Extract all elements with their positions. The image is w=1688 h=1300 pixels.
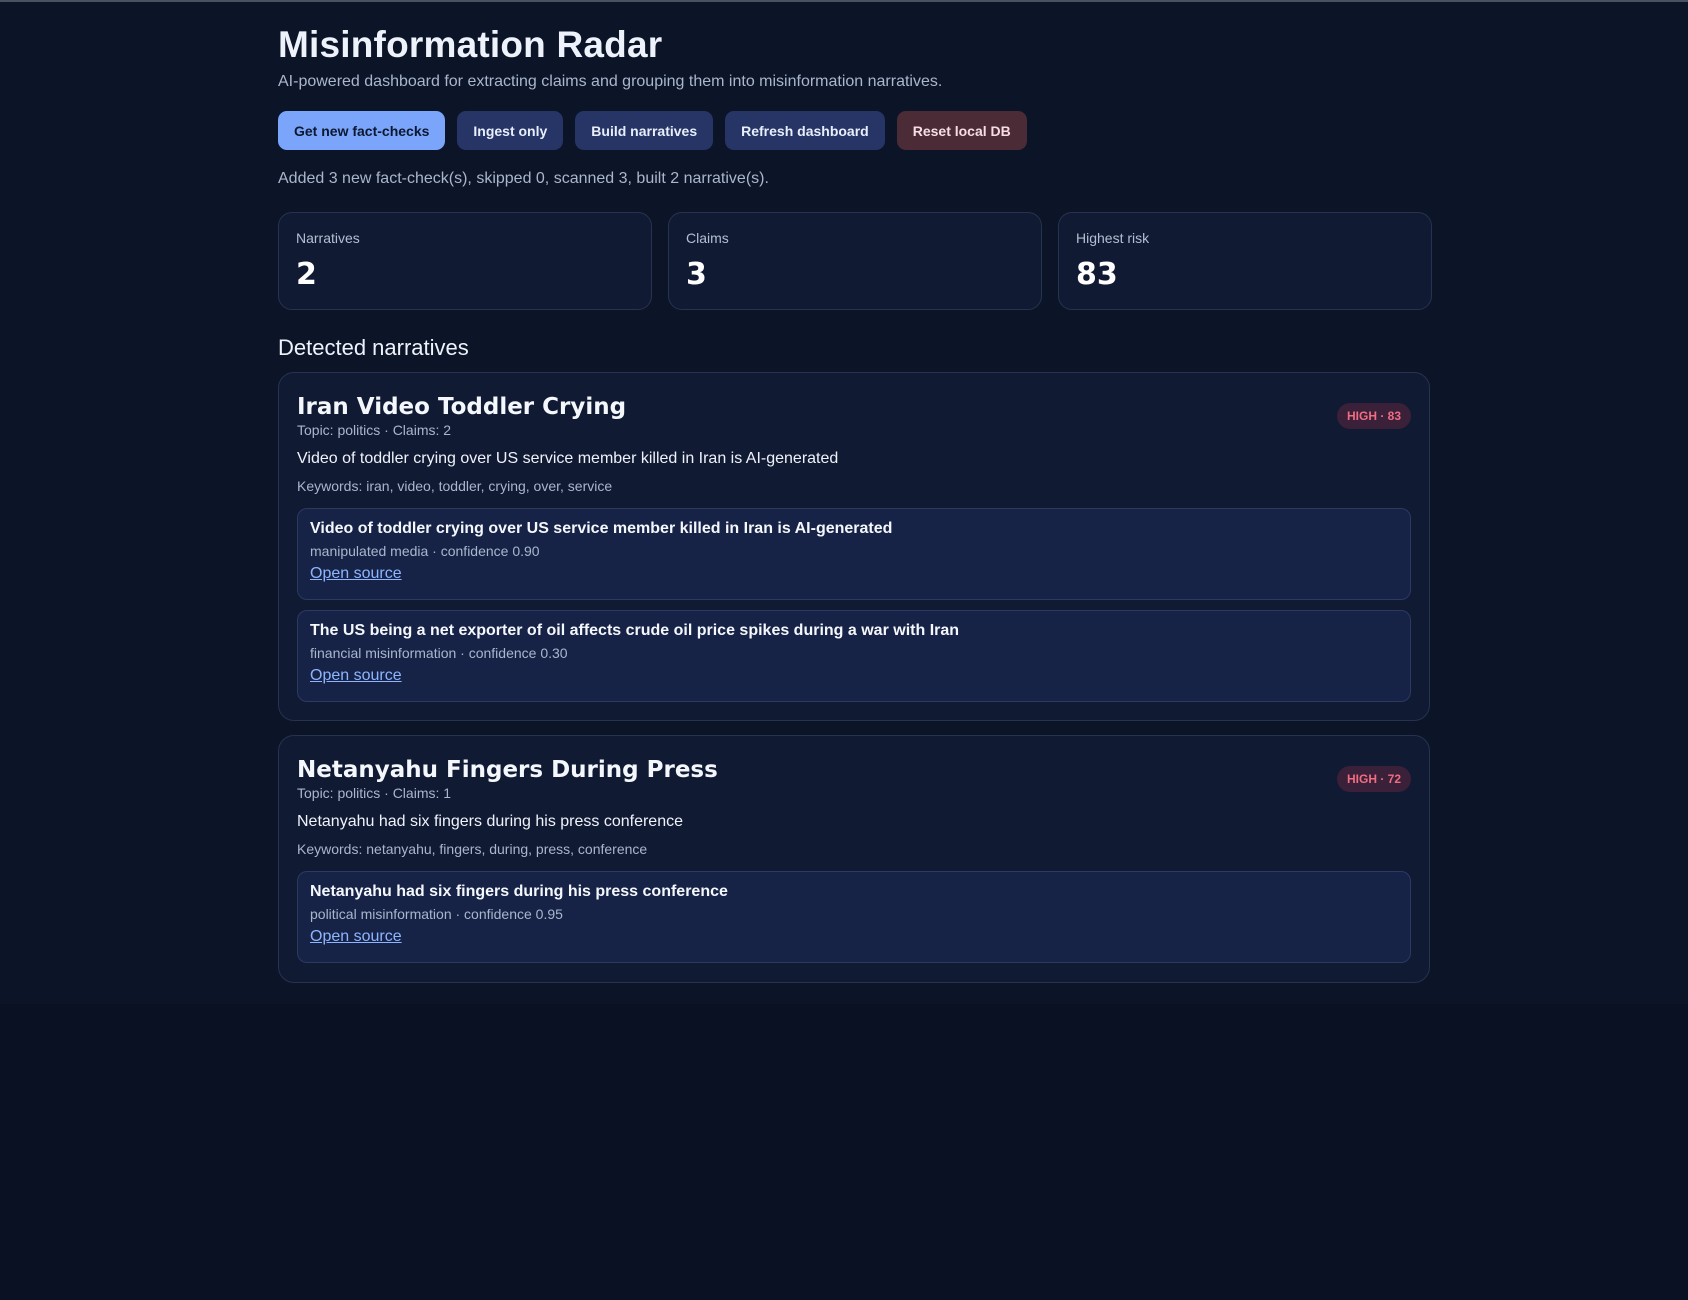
section-title: Detected narratives [278, 335, 469, 360]
stat-value: 3 [686, 257, 707, 292]
stat-value: 2 [296, 257, 317, 292]
get-new-fact-checks-button[interactable]: Get new fact-checks [278, 111, 446, 150]
narrative-summary: Video of toddler crying over US service … [297, 450, 839, 467]
narrative-meta: Topic: politics · Claims: 1 [297, 785, 452, 801]
page-title: Misinformation Radar [278, 24, 663, 65]
claim-meta: financial misinformation · confidence 0.… [310, 645, 568, 661]
claim-meta: manipulated media · confidence 0.90 [310, 543, 540, 559]
stats-row: Narratives 2 Claims 3 Highest risk 83 [278, 212, 1432, 310]
claim-card: Video of toddler crying over US service … [297, 508, 1411, 600]
build-narratives-button[interactable]: Build narratives [575, 111, 714, 150]
claim-card: Netanyahu had six fingers during his pre… [297, 871, 1411, 963]
stat-label: Narratives [296, 230, 360, 246]
claim-title: Video of toddler crying over US service … [310, 520, 893, 537]
claim-card: The US being a net exporter of oil affec… [297, 610, 1411, 702]
narrative-title: Iran Video Toddler Crying [297, 394, 627, 420]
stat-card-narratives: Narratives 2 [278, 212, 652, 310]
stat-card-claims: Claims 3 [668, 212, 1042, 310]
claim-title: The US being a net exporter of oil affec… [310, 622, 960, 639]
ingest-only-button[interactable]: Ingest only [457, 111, 564, 150]
narrative-card: Netanyahu Fingers During Press Topic: po… [278, 735, 1430, 983]
claim-meta: political misinformation · confidence 0.… [310, 906, 563, 922]
narrative-summary: Netanyahu had six fingers during his pre… [297, 813, 683, 830]
narrative-title: Netanyahu Fingers During Press [297, 757, 718, 783]
stat-card-highest-risk: Highest risk 83 [1058, 212, 1432, 310]
narrative-card: Iran Video Toddler Crying Topic: politic… [278, 372, 1430, 721]
stat-value: 83 [1076, 257, 1118, 292]
open-source-link[interactable]: Open source [310, 565, 402, 583]
narrative-meta: Topic: politics · Claims: 2 [297, 422, 452, 438]
narrative-keywords: Keywords: netanyahu, fingers, during, pr… [297, 841, 648, 857]
risk-badge: HIGH · 72 [1336, 766, 1411, 792]
stat-label: Claims [686, 230, 729, 246]
reset-local-db-button[interactable]: Reset local DB [896, 111, 1027, 150]
status-message: Added 3 new fact-check(s), skipped 0, sc… [278, 170, 769, 187]
claim-title: Netanyahu had six fingers during his pre… [310, 883, 728, 900]
action-toolbar: Get new fact-checks Ingest only Build na… [278, 111, 1027, 150]
open-source-link[interactable]: Open source [310, 667, 402, 685]
page-subtitle: AI-powered dashboard for extracting clai… [278, 73, 943, 90]
refresh-dashboard-button[interactable]: Refresh dashboard [725, 111, 885, 150]
open-source-link[interactable]: Open source [310, 928, 402, 946]
stat-label: Highest risk [1076, 230, 1150, 246]
narrative-keywords: Keywords: iran, video, toddler, crying, … [297, 478, 613, 494]
risk-badge: HIGH · 83 [1336, 403, 1411, 429]
